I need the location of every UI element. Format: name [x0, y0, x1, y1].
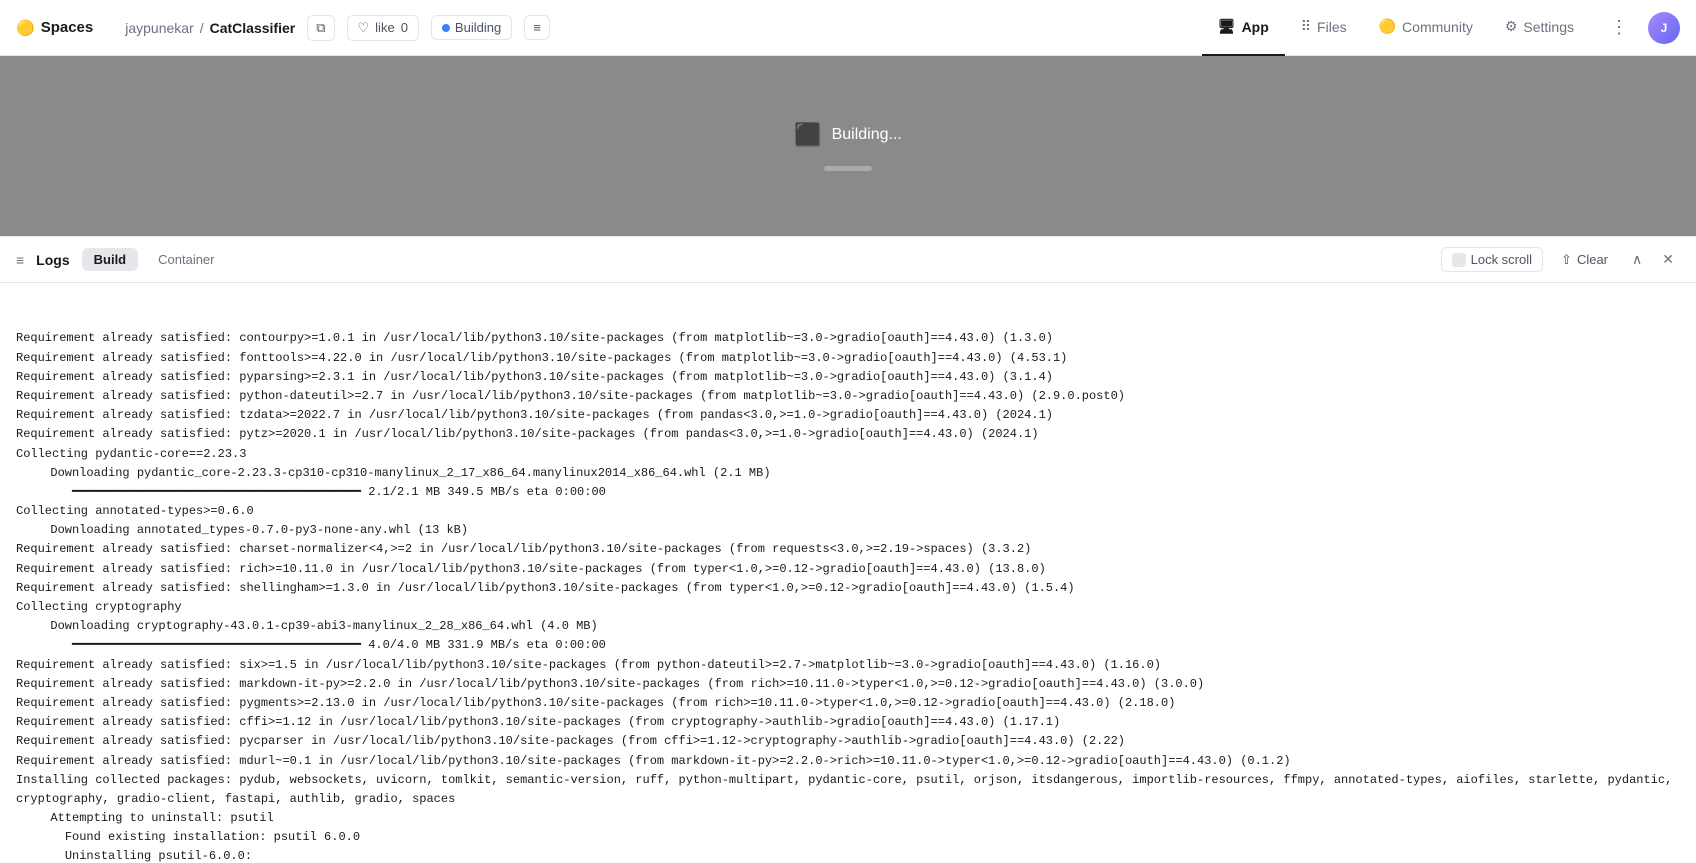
log-line: Collecting annotated-types>=0.6.0: [16, 502, 1680, 521]
logs-tab-build[interactable]: Build: [82, 248, 139, 271]
log-line: Downloading annotated_types-0.7.0-py3-no…: [16, 521, 1680, 540]
repo-name: CatClassifier: [210, 20, 296, 36]
log-line: Installing collected packages: pydub, we…: [16, 771, 1680, 809]
log-line: Requirement already satisfied: contourpy…: [16, 329, 1680, 348]
settings-icon: ⚙: [1505, 18, 1518, 35]
files-icon: ⠿: [1301, 18, 1311, 35]
more-options-button[interactable]: ⋮: [1602, 9, 1636, 46]
building-indicator: ⬛ Building...: [794, 122, 902, 148]
lock-scroll-label: Lock scroll: [1471, 252, 1532, 267]
repo-separator: /: [200, 20, 204, 36]
log-line: Requirement already satisfied: six>=1.5 …: [16, 656, 1680, 675]
log-line: Requirement already satisfied: python-da…: [16, 387, 1680, 406]
repo-user: jaypunekar: [125, 20, 194, 36]
tab-settings[interactable]: ⚙ Settings: [1489, 0, 1590, 56]
lock-scroll-button[interactable]: Lock scroll: [1441, 247, 1543, 272]
navbar: 🟡 Spaces jaypunekar / CatClassifier ⧉ ♡ …: [0, 0, 1696, 56]
close-logs-button[interactable]: ✕: [1656, 247, 1680, 272]
log-line: Uninstalling psutil-6.0.0:: [16, 847, 1680, 863]
status-dot-icon: [442, 24, 450, 32]
list-icon: ≡: [533, 20, 541, 35]
like-button[interactable]: ♡ like 0: [347, 15, 419, 41]
log-line: Requirement already satisfied: charset-n…: [16, 540, 1680, 559]
like-count: 0: [401, 20, 408, 35]
drag-handle[interactable]: [824, 166, 872, 171]
log-line: Attempting to uninstall: psutil: [16, 809, 1680, 828]
community-icon: 🟡: [1379, 18, 1396, 35]
building-label: Building...: [832, 126, 902, 144]
collapse-button[interactable]: ∧: [1626, 247, 1648, 272]
log-line: Collecting pydantic-core==2.23.3: [16, 445, 1680, 464]
log-line: Requirement already satisfied: pyparsing…: [16, 368, 1680, 387]
log-line: Requirement already satisfied: cffi>=1.1…: [16, 713, 1680, 732]
logo-emoji: 🟡: [16, 19, 35, 37]
building-area: ⬛ Building...: [0, 56, 1696, 236]
avatar-initials: J: [1661, 21, 1668, 35]
log-line: Requirement already satisfied: pygments>…: [16, 694, 1680, 713]
log-line: Requirement already satisfied: markdown-…: [16, 675, 1680, 694]
log-line: Requirement already satisfied: shellingh…: [16, 579, 1680, 598]
user-avatar[interactable]: J: [1648, 12, 1680, 44]
log-line: Requirement already satisfied: fonttools…: [16, 349, 1680, 368]
clear-icon: ⇧: [1561, 252, 1572, 268]
clear-label: Clear: [1577, 252, 1608, 267]
building-cube-icon: ⬛: [794, 122, 821, 148]
tab-settings-label: Settings: [1523, 19, 1574, 35]
repo-info: jaypunekar / CatClassifier: [125, 20, 295, 36]
log-line: ━━━━━━━━━━━━━━━━━━━━━━━━━━━━━━━━━━━━━━━━…: [16, 483, 1680, 502]
log-line: ━━━━━━━━━━━━━━━━━━━━━━━━━━━━━━━━━━━━━━━━…: [16, 636, 1680, 655]
logs-panel: ≡ Logs Build Container Lock scroll ⇧ Cle…: [0, 236, 1696, 863]
tab-community-label: Community: [1402, 19, 1473, 35]
like-label: like: [375, 20, 395, 35]
nav-tabs: 🖥 App ⠿ Files 🟡 Community ⚙ Settings: [1202, 0, 1590, 55]
tab-files-label: Files: [1317, 19, 1347, 35]
heart-icon: ♡: [358, 20, 370, 36]
log-line: Requirement already satisfied: pycparser…: [16, 732, 1680, 751]
tab-files[interactable]: ⠿ Files: [1285, 0, 1363, 56]
build-status-badge: Building: [431, 15, 512, 40]
log-line: Downloading cryptography-43.0.1-cp39-abi…: [16, 617, 1680, 636]
log-line: Requirement already satisfied: rich>=10.…: [16, 560, 1680, 579]
logs-content: Requirement already satisfied: contourpy…: [0, 283, 1696, 863]
more-icon: ⋮: [1610, 17, 1628, 37]
tab-community[interactable]: 🟡 Community: [1363, 0, 1489, 56]
app-icon: 🖥: [1218, 18, 1236, 35]
chevron-up-icon: ∧: [1632, 251, 1642, 267]
copy-link-button[interactable]: ⧉: [307, 15, 334, 41]
log-line: Requirement already satisfied: tzdata>=2…: [16, 406, 1680, 425]
logs-tab-container[interactable]: Container: [146, 248, 226, 271]
brand-logo[interactable]: 🟡 Spaces: [16, 19, 93, 37]
logs-panel-icon: ≡: [16, 252, 24, 268]
log-line: Collecting cryptography: [16, 598, 1680, 617]
tab-app-label: App: [1242, 19, 1269, 35]
logs-toolbar: ≡ Logs Build Container Lock scroll ⇧ Cle…: [0, 237, 1696, 283]
log-line: Found existing installation: psutil 6.0.…: [16, 828, 1680, 847]
logs-toggle-button[interactable]: ≡: [524, 15, 550, 40]
log-line: Requirement already satisfied: mdurl~=0.…: [16, 752, 1680, 771]
copy-icon: ⧉: [316, 20, 325, 36]
clear-button[interactable]: ⇧ Clear: [1551, 248, 1618, 272]
close-icon: ✕: [1662, 251, 1674, 267]
log-line: Requirement already satisfied: pytz>=202…: [16, 425, 1680, 444]
logs-title: Logs: [36, 252, 69, 268]
tab-app[interactable]: 🖥 App: [1202, 0, 1285, 56]
logo-label: Spaces: [41, 19, 94, 36]
status-label: Building: [455, 20, 501, 35]
lock-scroll-dot-icon: [1452, 253, 1466, 267]
log-line: Downloading pydantic_core-2.23.3-cp310-c…: [16, 464, 1680, 483]
